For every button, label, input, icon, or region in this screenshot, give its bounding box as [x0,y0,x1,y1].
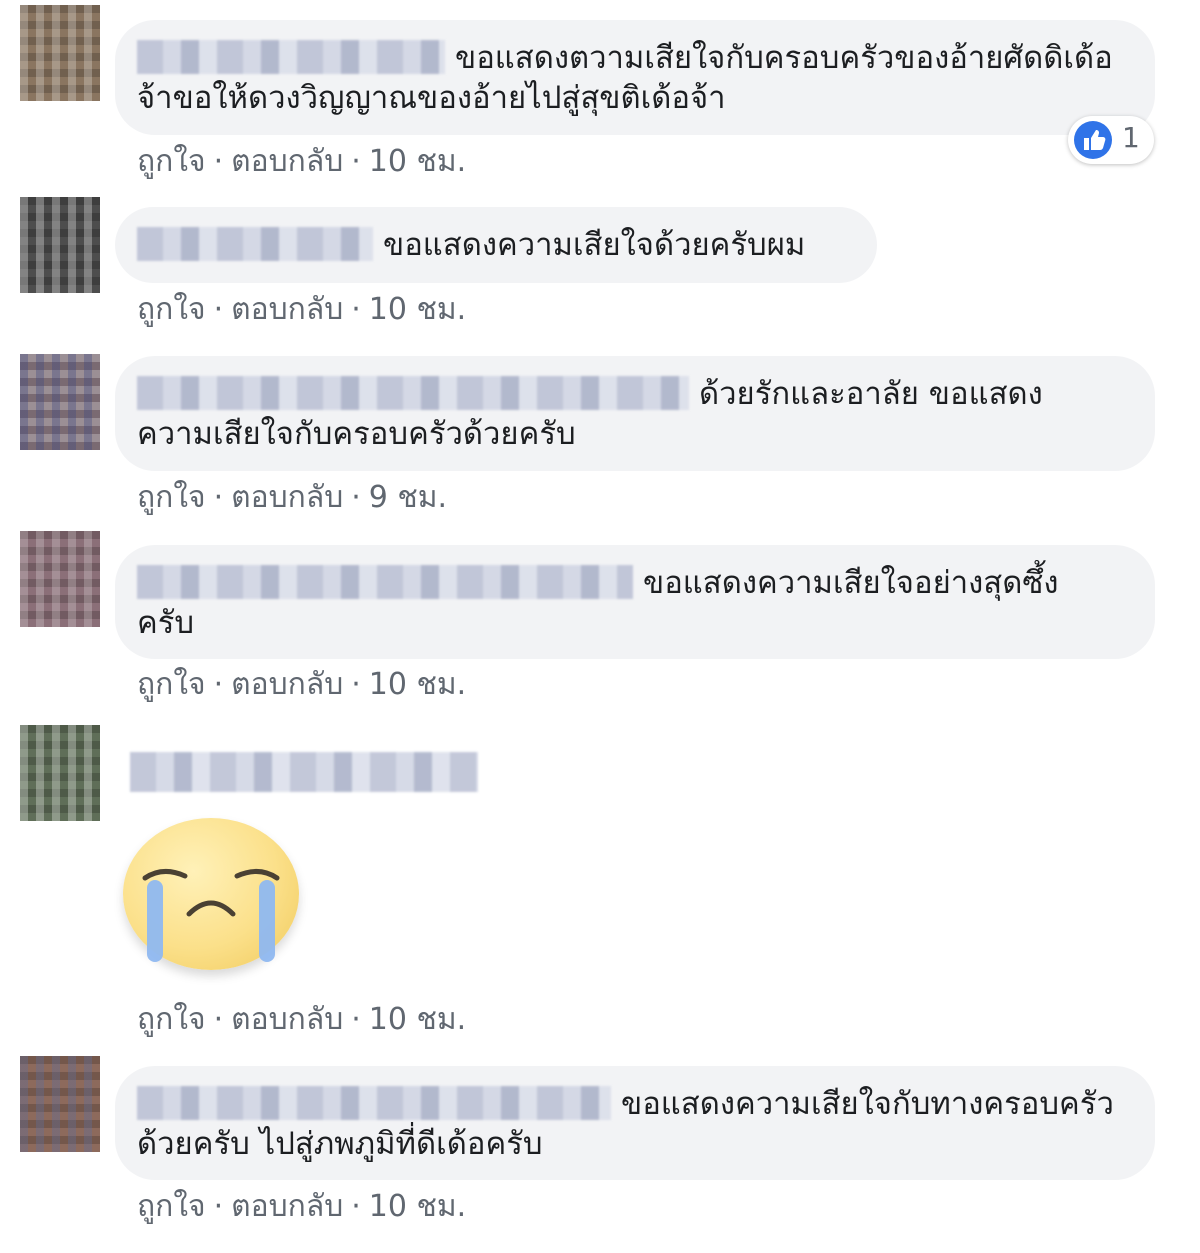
comment-time[interactable]: 10 ชม. [369,1002,466,1037]
like-link[interactable]: ถูกใจ [137,480,206,515]
reaction-badge[interactable]: 1 [1068,116,1154,164]
comment-bubble: ขอแสดงความเสียใจอย่างสุดซึ้งครับ [115,545,1155,659]
reply-link[interactable]: ตอบกลับ [231,480,343,515]
avatar[interactable] [20,197,100,293]
comment-actions: ถูกใจ · ตอบกลับ · 10 ชม. [137,292,467,327]
avatar[interactable] [20,354,100,450]
commenter-name-blurred[interactable] [137,40,445,74]
commenter-name-blurred[interactable] [130,752,478,792]
like-link[interactable]: ถูกใจ [137,144,206,179]
comment-actions: ถูกใจ · ตอบกลับ · 10 ชม. [137,1189,467,1224]
reply-link[interactable]: ตอบกลับ [231,1002,343,1037]
like-link[interactable]: ถูกใจ [137,292,206,327]
like-link[interactable]: ถูกใจ [137,667,206,702]
avatar[interactable] [20,5,100,101]
like-link[interactable]: ถูกใจ [137,1189,206,1224]
like-thumb-icon [1074,121,1112,159]
commenter-name-blurred[interactable] [137,227,373,261]
reaction-count: 1 [1122,121,1140,154]
avatar[interactable] [20,531,100,627]
avatar[interactable] [20,725,100,821]
comment-time[interactable]: 10 ชม. [369,292,466,327]
comment-actions: ถูกใจ · ตอบกลับ · 10 ชม. [137,144,467,179]
comment-time[interactable]: 9 ชม. [369,480,447,515]
reply-link[interactable]: ตอบกลับ [231,144,343,179]
commenter-name-blurred[interactable] [137,376,689,410]
comment-bubble: ขอแสดงความเสียใจด้วยครับผม [115,207,877,283]
comment-bubble: ขอแสดงความเสียใจกับทางครอบครัวด้วยครับ ไ… [115,1066,1155,1180]
crying-face-sticker[interactable] [123,818,299,970]
comment-actions: ถูกใจ · ตอบกลับ · 10 ชม. [137,667,467,702]
like-link[interactable]: ถูกใจ [137,1002,206,1037]
commenter-name-blurred[interactable] [137,565,633,599]
reply-link[interactable]: ตอบกลับ [231,292,343,327]
comment-actions: ถูกใจ · ตอบกลับ · 10 ชม. [137,1002,467,1037]
commenter-name-blurred[interactable] [137,1086,611,1120]
avatar[interactable] [20,1056,100,1152]
comment-time[interactable]: 10 ชม. [369,1189,466,1224]
comment-bubble: ด้วยรักและอาลัย ขอแสดงความเสียใจกับครอบค… [115,356,1155,471]
comment-actions: ถูกใจ · ตอบกลับ · 9 ชม. [137,480,448,515]
reply-link[interactable]: ตอบกลับ [231,1189,343,1224]
comment-text: ขอแสดงความเสียใจด้วยครับผม [383,227,806,263]
comment-time[interactable]: 10 ชม. [369,144,466,179]
reply-link[interactable]: ตอบกลับ [231,667,343,702]
comment-bubble: ขอแสดงตวามเสียใจกับครอบครัวของอ้ายศัดดิเ… [115,20,1155,135]
comment-time[interactable]: 10 ชม. [369,667,466,702]
